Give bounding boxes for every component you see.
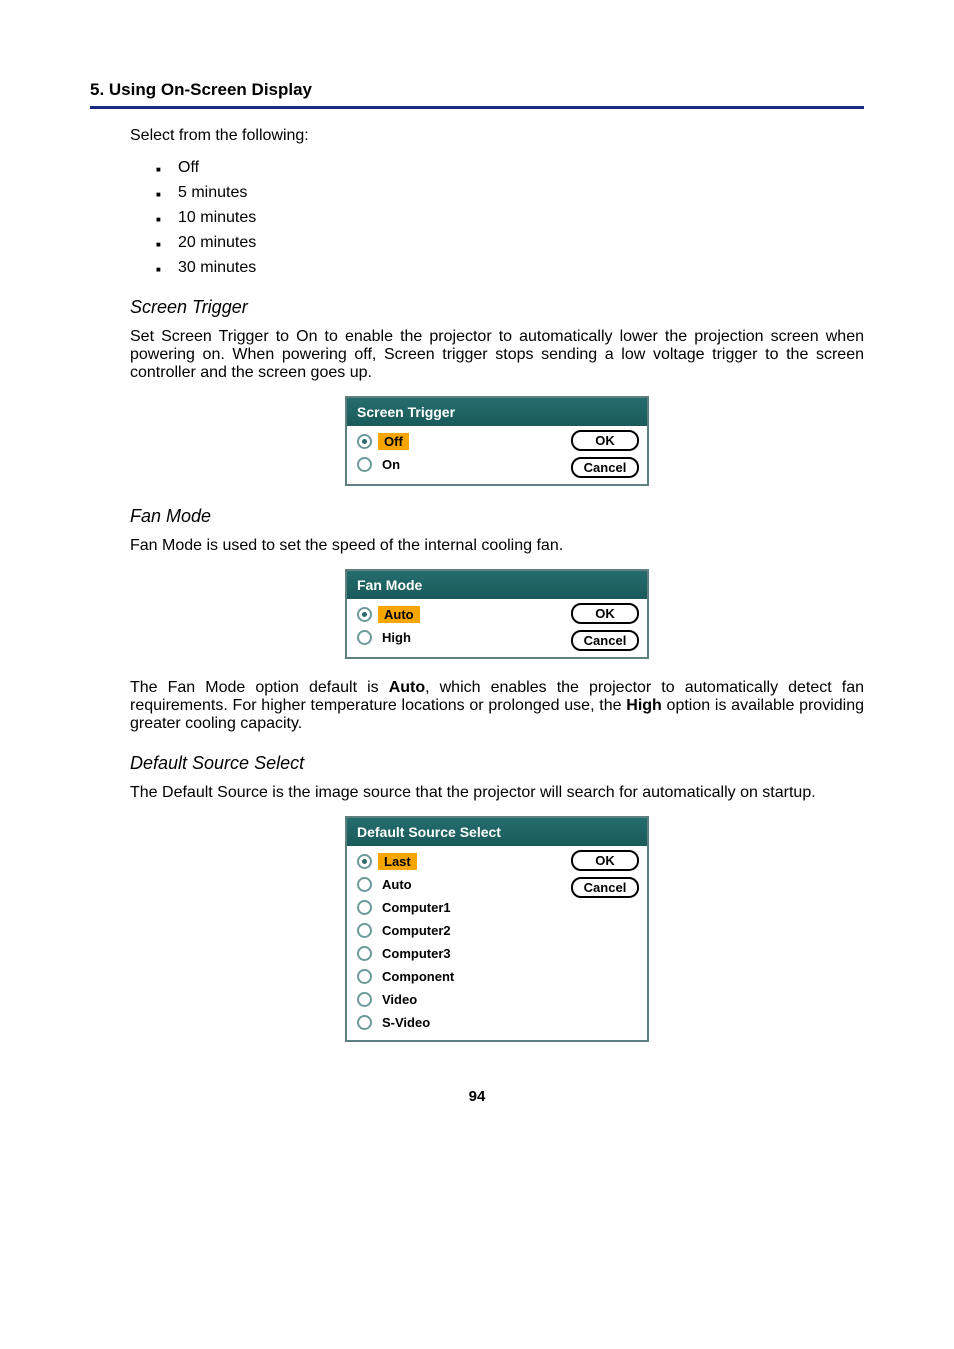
ok-button[interactable]: OK xyxy=(571,430,639,451)
screen-trigger-dialog: Screen Trigger Off On OK Cancel xyxy=(345,396,649,486)
default-source-dialog: Default Source Select Last Auto Computer… xyxy=(345,816,649,1042)
radio-icon xyxy=(357,923,372,938)
radio-icon xyxy=(357,992,372,1007)
radio-option-computer1[interactable]: Computer1 xyxy=(355,896,567,919)
radio-option-component[interactable]: Component xyxy=(355,965,567,988)
radio-option-auto[interactable]: Auto xyxy=(355,873,567,896)
radio-option-auto[interactable]: Auto xyxy=(355,603,567,626)
option-label: Off xyxy=(378,433,409,450)
fan-mode-heading: Fan Mode xyxy=(130,506,864,527)
list-item: 20 minutes xyxy=(156,234,864,252)
radio-option-on[interactable]: On xyxy=(355,453,567,476)
radio-option-off[interactable]: Off xyxy=(355,430,567,453)
dialog-options: Off On xyxy=(355,430,567,478)
page-content: Select from the following: Off 5 minutes… xyxy=(130,127,864,1042)
list-item: 10 minutes xyxy=(156,209,864,227)
dialog-options: Auto High xyxy=(355,603,567,651)
radio-icon xyxy=(357,946,372,961)
ok-button[interactable]: OK xyxy=(571,603,639,624)
radio-icon xyxy=(357,900,372,915)
fan-mode-text-after: The Fan Mode option default is Auto, whi… xyxy=(130,679,864,733)
default-source-text: The Default Source is the image source t… xyxy=(130,784,864,802)
section-heading: 5. Using On-Screen Display xyxy=(90,80,864,109)
intro-text: Select from the following: xyxy=(130,127,864,145)
page-number: 94 xyxy=(90,1088,864,1105)
option-label: Video xyxy=(378,991,421,1008)
text-fragment: The Fan Mode option default is xyxy=(130,679,389,696)
bold-high: High xyxy=(626,697,662,714)
option-label: Auto xyxy=(378,876,416,893)
radio-icon xyxy=(357,434,372,449)
fan-mode-dialog: Fan Mode Auto High OK Cancel xyxy=(345,569,649,659)
option-label: Computer3 xyxy=(378,945,455,962)
radio-icon xyxy=(357,607,372,622)
screen-trigger-heading: Screen Trigger xyxy=(130,297,864,318)
option-label: Computer2 xyxy=(378,922,455,939)
list-item: Off xyxy=(156,159,864,177)
radio-icon xyxy=(357,457,372,472)
cancel-button[interactable]: Cancel xyxy=(571,877,639,898)
option-label: Component xyxy=(378,968,458,985)
dialog-title: Screen Trigger xyxy=(347,398,647,426)
default-source-heading: Default Source Select xyxy=(130,753,864,774)
ok-button[interactable]: OK xyxy=(571,850,639,871)
cancel-button[interactable]: Cancel xyxy=(571,630,639,651)
cancel-button[interactable]: Cancel xyxy=(571,457,639,478)
option-label: S-Video xyxy=(378,1014,434,1031)
radio-icon xyxy=(357,969,372,984)
radio-icon xyxy=(357,630,372,645)
option-label: On xyxy=(378,456,404,473)
options-bullet-list: Off 5 minutes 10 minutes 20 minutes 30 m… xyxy=(156,159,864,277)
dialog-title: Default Source Select xyxy=(347,818,647,846)
radio-icon xyxy=(357,877,372,892)
radio-option-video[interactable]: Video xyxy=(355,988,567,1011)
bold-auto: Auto xyxy=(389,679,425,696)
dialog-title: Fan Mode xyxy=(347,571,647,599)
fan-mode-text-before: Fan Mode is used to set the speed of the… xyxy=(130,537,864,555)
list-item: 5 minutes xyxy=(156,184,864,202)
radio-option-computer2[interactable]: Computer2 xyxy=(355,919,567,942)
radio-icon xyxy=(357,1015,372,1030)
radio-option-high[interactable]: High xyxy=(355,626,567,649)
radio-icon xyxy=(357,854,372,869)
option-label: Computer1 xyxy=(378,899,455,916)
dialog-options: Last Auto Computer1 Computer2 xyxy=(355,850,567,1034)
option-label: High xyxy=(378,629,415,646)
screen-trigger-text: Set Screen Trigger to On to enable the p… xyxy=(130,328,864,382)
list-item: 30 minutes xyxy=(156,259,864,277)
radio-option-last[interactable]: Last xyxy=(355,850,567,873)
radio-option-computer3[interactable]: Computer3 xyxy=(355,942,567,965)
option-label: Auto xyxy=(378,606,420,623)
radio-option-svideo[interactable]: S-Video xyxy=(355,1011,567,1034)
option-label: Last xyxy=(378,853,417,870)
